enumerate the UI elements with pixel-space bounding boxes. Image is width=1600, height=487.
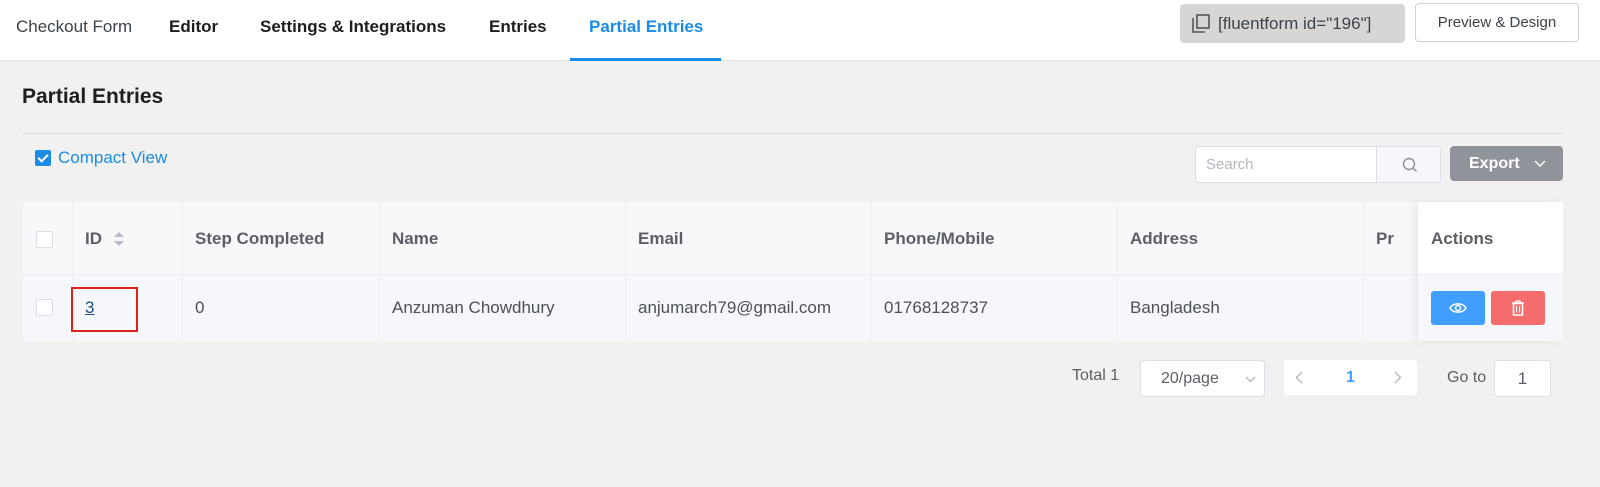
- column-divider: [625, 202, 626, 341]
- search-input[interactable]: [1196, 147, 1376, 182]
- highlight-box: [71, 287, 138, 332]
- select-all-checkbox[interactable]: [36, 231, 53, 248]
- column-divider: [1363, 202, 1364, 341]
- cell-address: Bangladesh: [1130, 298, 1220, 317]
- compact-view-label[interactable]: Compact View: [58, 148, 167, 168]
- sort-icon[interactable]: [113, 231, 125, 247]
- column-divider: [182, 202, 183, 341]
- column-header-address: Address: [1130, 229, 1199, 248]
- tab-partial-entries[interactable]: Partial Entries: [589, 0, 703, 61]
- trash-icon: [1512, 300, 1524, 316]
- column-header-email: Email: [638, 229, 684, 248]
- column-header-id[interactable]: ID: [85, 202, 102, 275]
- top-nav: Checkout Form Editor Settings & Integrat…: [0, 0, 1600, 61]
- column-divider: [379, 202, 380, 341]
- pagination-pager: 1: [1284, 360, 1417, 395]
- tab-entries[interactable]: Entries: [489, 0, 547, 61]
- compact-view-toggle[interactable]: Compact View: [35, 148, 167, 168]
- column-header-truncated: Pr: [1376, 229, 1394, 248]
- view-entry-button[interactable]: [1431, 291, 1485, 325]
- search-box: [1195, 146, 1441, 183]
- eye-icon: [1449, 303, 1467, 313]
- cell-step-completed: 0: [195, 298, 205, 317]
- page-size-select[interactable]: 20/page: [1140, 360, 1265, 397]
- compact-view-checkbox[interactable]: [35, 150, 51, 166]
- tab-editor[interactable]: Editor: [169, 0, 218, 61]
- search-icon: [1402, 157, 1417, 172]
- preview-design-button[interactable]: Preview & Design: [1415, 3, 1579, 42]
- divider: [22, 133, 1563, 134]
- column-header-step-completed: Step Completed: [195, 229, 325, 248]
- tab-settings-integrations[interactable]: Settings & Integrations: [260, 0, 446, 61]
- actions-column: Actions: [1418, 202, 1563, 341]
- column-divider: [1117, 202, 1118, 341]
- page-title: Partial Entries: [22, 85, 164, 108]
- delete-entry-button[interactable]: [1491, 291, 1545, 325]
- chevron-down-icon: [1534, 160, 1546, 168]
- page-size-value: 20/page: [1161, 370, 1219, 387]
- column-header-phone: Phone/Mobile: [884, 229, 995, 248]
- cell-email: anjumarch79@gmail.com: [638, 298, 832, 317]
- cell-name: Anzuman Chowdhury: [392, 298, 555, 317]
- pagination-total: Total 1: [1072, 367, 1120, 384]
- goto-page-input[interactable]: 1: [1494, 360, 1551, 397]
- column-header-name: Name: [392, 229, 439, 248]
- shortcode-copy-button[interactable]: [fluentform id="196"]: [1180, 4, 1405, 43]
- goto-label: Go to: [1447, 369, 1487, 386]
- column-header-actions: Actions: [1418, 202, 1563, 275]
- copy-icon: [1192, 14, 1210, 33]
- chevron-down-icon: [1245, 376, 1256, 383]
- row-checkbox[interactable]: [36, 299, 53, 316]
- actions-cell: [1418, 275, 1563, 341]
- search-button[interactable]: [1376, 147, 1440, 182]
- export-button[interactable]: Export: [1450, 146, 1563, 181]
- chevron-left-icon[interactable]: [1295, 371, 1303, 384]
- active-tab-indicator: [570, 58, 721, 61]
- cell-phone: 01768128737: [884, 298, 989, 317]
- shortcode-text: [fluentform id="196"]: [1218, 14, 1372, 33]
- chevron-right-icon[interactable]: [1394, 371, 1402, 384]
- column-divider: [871, 202, 872, 341]
- export-label: Export: [1469, 155, 1520, 172]
- entries-table: ID Step Completed Name Email Phone/Mobil…: [23, 202, 1563, 341]
- form-name[interactable]: Checkout Form: [16, 0, 132, 61]
